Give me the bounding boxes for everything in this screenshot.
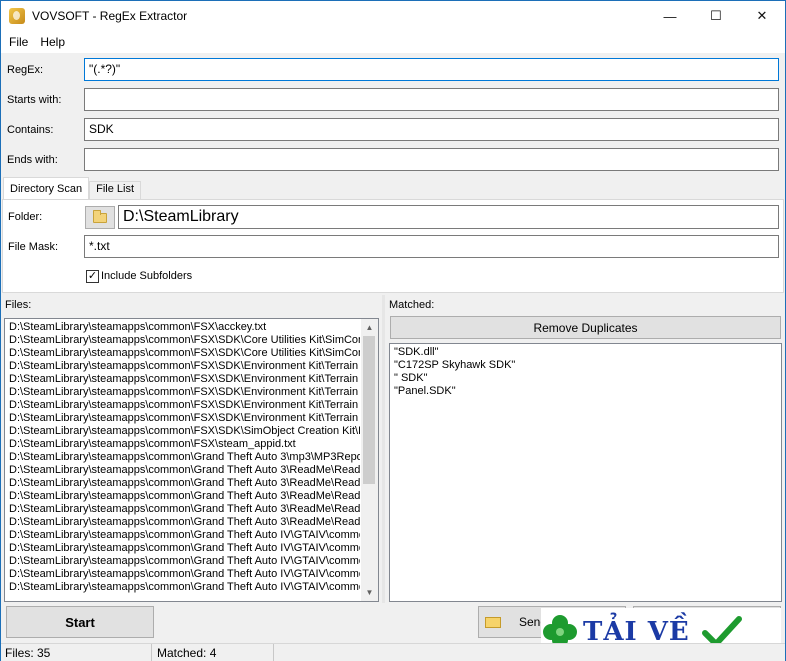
file-row[interactable]: D:\SteamLibrary\steamapps\common\Grand T… bbox=[5, 464, 360, 477]
file-row[interactable]: D:\SteamLibrary\steamapps\common\Grand T… bbox=[5, 503, 360, 516]
regex-input[interactable]: "(.*?)" bbox=[84, 58, 779, 81]
folder-icon bbox=[93, 209, 107, 223]
scroll-down-icon[interactable]: ▼ bbox=[361, 584, 378, 601]
maximize-button[interactable]: ☐ bbox=[693, 1, 739, 31]
title-bar[interactable]: VOVSOFT - RegEx Extractor — ☐ ✕ bbox=[1, 1, 785, 31]
file-row[interactable]: D:\SteamLibrary\steamapps\common\FSX\SDK… bbox=[5, 412, 360, 425]
remove-duplicates-button[interactable]: Remove Duplicates bbox=[390, 316, 781, 339]
files-scrollbar[interactable]: ▲ ▼ bbox=[361, 319, 378, 601]
files-label: Files: bbox=[5, 299, 32, 311]
matched-label: Matched: bbox=[389, 299, 435, 311]
matched-list[interactable]: "SDK.dll" "C172SP Skyhawk SDK" " SDK" "Pane… bbox=[389, 343, 782, 602]
browse-folder-button[interactable] bbox=[85, 206, 115, 229]
scroll-thumb[interactable] bbox=[363, 336, 375, 484]
file-row[interactable]: D:\SteamLibrary\steamapps\common\Grand T… bbox=[5, 529, 360, 542]
tab-file-list[interactable]: File List bbox=[89, 181, 142, 199]
close-button[interactable]: ✕ bbox=[739, 1, 785, 31]
menu-file[interactable]: File bbox=[3, 35, 34, 49]
include-subfolders-checkbox[interactable]: ✓ bbox=[86, 270, 99, 283]
file-row[interactable]: D:\SteamLibrary\steamapps\common\FSX\SDK… bbox=[5, 373, 360, 386]
matched-row[interactable]: " SDK" bbox=[390, 372, 781, 385]
file-mask-input[interactable]: *.txt bbox=[84, 235, 779, 258]
file-row[interactable]: D:\SteamLibrary\steamapps\common\FSX\SDK… bbox=[5, 399, 360, 412]
maximize-icon: ☐ bbox=[710, 8, 722, 23]
envelope-icon bbox=[485, 616, 501, 628]
file-row[interactable]: D:\SteamLibrary\steamapps\common\Grand T… bbox=[5, 568, 360, 581]
start-button[interactable]: Start bbox=[6, 606, 154, 638]
minimize-icon: — bbox=[663, 8, 677, 24]
file-row[interactable]: D:\SteamLibrary\steamapps\common\FSX\SDK… bbox=[5, 347, 360, 360]
file-row[interactable]: D:\SteamLibrary\steamapps\common\FSX\SDK… bbox=[5, 386, 360, 399]
watermark-text: TẢI VỀ bbox=[583, 616, 690, 647]
file-row[interactable]: D:\SteamLibrary\steamapps\common\Grand T… bbox=[5, 477, 360, 490]
window-title: VOVSOFT - RegEx Extractor bbox=[32, 9, 188, 23]
include-subfolders-label[interactable]: Include Subfolders bbox=[101, 270, 192, 282]
contains-input[interactable]: SDK bbox=[84, 118, 779, 141]
file-row[interactable]: D:\SteamLibrary\steamapps\common\Grand T… bbox=[5, 490, 360, 503]
status-bar: Files: 35 Matched: 4 bbox=[1, 643, 785, 661]
status-files: Files: 35 bbox=[5, 646, 51, 660]
matched-row[interactable]: "Panel.SDK" bbox=[390, 385, 781, 398]
minimize-button[interactable]: — bbox=[647, 1, 693, 31]
file-row[interactable]: D:\SteamLibrary\steamapps\common\Grand T… bbox=[5, 555, 360, 568]
ends-with-label: Ends with: bbox=[7, 154, 58, 166]
status-divider bbox=[273, 644, 274, 661]
scroll-up-icon[interactable]: ▲ bbox=[361, 319, 378, 336]
folder-label: Folder: bbox=[8, 211, 43, 223]
file-row[interactable]: D:\SteamLibrary\steamapps\common\Grand T… bbox=[5, 581, 360, 594]
panel-splitter[interactable] bbox=[382, 295, 385, 603]
file-row[interactable]: D:\SteamLibrary\steamapps\common\FSX\SDK… bbox=[5, 334, 360, 347]
files-list[interactable]: D:\SteamLibrary\steamapps\common\FSX\acc… bbox=[4, 318, 379, 602]
tab-strip: Directory Scan File List bbox=[3, 177, 142, 200]
file-row[interactable]: D:\SteamLibrary\steamapps\common\Grand T… bbox=[5, 451, 360, 464]
app-icon bbox=[9, 8, 25, 24]
status-matched: Matched: 4 bbox=[157, 646, 217, 660]
close-icon: ✕ bbox=[756, 8, 768, 23]
file-row[interactable]: D:\SteamLibrary\steamapps\common\Grand T… bbox=[5, 516, 360, 529]
starts-with-label: Starts with: bbox=[7, 94, 62, 106]
file-row[interactable]: D:\SteamLibrary\steamapps\common\FSX\acc… bbox=[5, 321, 360, 334]
matched-row[interactable]: "SDK.dll" bbox=[390, 346, 781, 359]
file-row[interactable]: D:\SteamLibrary\steamapps\common\FSX\ste… bbox=[5, 438, 360, 451]
status-divider bbox=[151, 644, 152, 661]
regex-label: RegEx: bbox=[7, 64, 44, 76]
file-mask-label: File Mask: bbox=[8, 241, 59, 253]
file-row[interactable]: D:\SteamLibrary\steamapps\common\FSX\SDK… bbox=[5, 360, 360, 373]
contains-label: Contains: bbox=[7, 124, 54, 136]
folder-input[interactable]: D:\SteamLibrary bbox=[118, 205, 779, 229]
file-row[interactable]: D:\SteamLibrary\steamapps\common\FSX\SDK… bbox=[5, 425, 360, 438]
file-row[interactable]: D:\SteamLibrary\steamapps\common\Grand T… bbox=[5, 542, 360, 555]
matched-row[interactable]: "C172SP Skyhawk SDK" bbox=[390, 359, 781, 372]
ends-with-input[interactable] bbox=[84, 148, 779, 171]
starts-with-input[interactable] bbox=[84, 88, 779, 111]
checkmark-icon: ✓ bbox=[87, 270, 98, 282]
tab-directory-scan[interactable]: Directory Scan bbox=[3, 177, 90, 200]
menu-help[interactable]: Help bbox=[34, 35, 71, 49]
menu-bar: File Help bbox=[1, 31, 785, 53]
app-window: VOVSOFT - RegEx Extractor — ☐ ✕ File Hel… bbox=[0, 0, 786, 661]
